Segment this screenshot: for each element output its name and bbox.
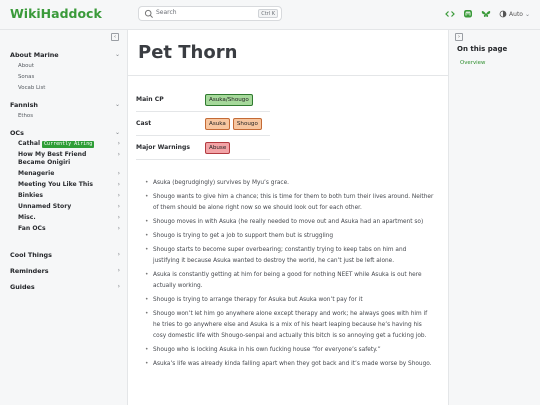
main-content: Pet Thorn Main CP Asuka/Shougo Cast Asuk… [128,30,448,405]
chevron-right-icon: › [117,181,120,188]
tag-shougo[interactable]: Shougo [232,117,262,130]
list-item: Shougo wants to give him a chance; this … [144,192,434,214]
sidebar-heading-label: Cool Things [10,250,52,259]
chevron-right-icon: › [117,203,120,210]
sidebar-item-sonas[interactable]: Sonas [10,72,120,83]
list-item: Asuka is constantly getting at him for b… [144,270,434,292]
sidebar-item-fan-ocs[interactable]: Fan OCs › [10,225,120,233]
sidebar-item-menagerie[interactable]: Menagerie › [10,170,120,178]
chevron-right-icon: › [117,140,120,147]
chevron-right-icon: › [117,151,120,158]
sidebar-heading-guides[interactable]: Guides › [10,282,120,291]
property-row-major-warnings: Major Warnings Abuse [136,136,270,160]
property-label: Main CP [136,96,164,103]
chevron-down-icon: ⌄ [114,129,120,136]
toc-item-overview[interactable]: Overview [460,60,485,66]
chevron-down-icon: ⌄ [524,10,530,18]
top-bar: WikiHaddock Search Ctrl K Auto ⌄ [0,0,540,30]
overview-list: Asuka (begrudgingly) survives by Myu’s g… [144,178,434,373]
sidebar-section-about: About Marine ⌄ About Sonas Vocab List [10,50,120,94]
chevron-right-icon: › [117,283,120,290]
sidebar-item-meeting-you[interactable]: Meeting You Like This › [10,181,120,189]
search-placeholder: Search [156,9,177,16]
collapse-sidebar-button[interactable]: ‹ [111,33,119,41]
sidebar-section-cool-things: Cool Things › [10,250,120,259]
sidebar-item-misc[interactable]: Misc. › [10,214,120,222]
sidebar-item-label: Binkies [18,192,43,199]
sidebar-item-label: Menagerie [18,170,55,177]
chevron-right-icon: › [117,214,120,221]
chevron-down-icon: ⌄ [114,51,120,58]
site-logo[interactable]: WikiHaddock [10,6,102,21]
sidebar-heading-ocs[interactable]: OCs ⌄ [10,128,120,137]
tag-abuse[interactable]: Abuse [205,141,231,154]
sidebar-heading-cool-things[interactable]: Cool Things › [10,250,120,259]
divider [128,75,448,76]
theme-label: Auto [509,10,523,18]
collapse-toc-button[interactable]: › [455,33,463,41]
tag-asuka[interactable]: Asuka [205,117,230,130]
sidebar-heading-reminders[interactable]: Reminders › [10,266,120,275]
list-item: Shougo is trying to arrange therapy for … [144,295,434,306]
property-row-cast: Cast Asuka Shougo [136,112,270,136]
properties-table: Main CP Asuka/Shougo Cast Asuka Shougo M… [136,88,270,160]
sidebar-item-onigiri[interactable]: How My Best Friend Became Onigiri › [10,151,120,167]
list-item: Asuka’s life was already kinda falling a… [144,359,434,370]
sidebar-item-ethos[interactable]: Ethos [10,111,120,122]
sidebar-section-fannish: Fannish ⌄ Ethos [10,100,120,122]
toc-title: On this page [457,45,508,53]
list-item: Shougo starts to become super overbearin… [144,245,434,267]
chevron-right-icon: › [117,225,120,232]
sidebar-item-cathal[interactable]: Cathal Currently Airing › [10,140,120,148]
sidebar-heading-label: About Marine [10,50,59,59]
code-icon[interactable] [445,9,455,19]
theme-icon [499,10,507,18]
sidebar-section-reminders: Reminders › [10,266,120,275]
sidebar-heading-label: Reminders [10,266,49,275]
theme-selector[interactable]: Auto ⌄ [499,10,530,18]
status-badge: Currently Airing [42,141,95,148]
sidebar-heading-label: Fannish [10,100,38,109]
sidebar-item-label: Unnamed Story [18,203,72,210]
sidebar-section-ocs: OCs ⌄ Cathal Currently Airing › How My Be… [10,128,120,233]
property-label: Cast [136,120,152,127]
list-item: Shougo who is locking Asuka in his own f… [144,345,434,356]
bluesky-icon[interactable] [481,9,491,19]
sidebar-item-unnamed-story[interactable]: Unnamed Story › [10,203,120,211]
sidebar: ‹ About Marine ⌄ About Sonas Vocab List … [0,30,128,405]
page-title: Pet Thorn [138,42,238,63]
search-shortcut: Ctrl K [258,9,278,18]
mastodon-icon[interactable] [463,9,473,19]
sidebar-item-vocab-list[interactable]: Vocab List [10,83,120,94]
chevron-right-icon: › [117,267,120,274]
chevron-down-icon: ⌄ [114,101,120,108]
toolbar-icons: Auto ⌄ [445,8,530,20]
list-item: Shougo moves in with Asuka (he really ne… [144,217,434,228]
sidebar-item-binkies[interactable]: Binkies › [10,192,120,200]
search-icon [144,9,153,18]
search-box[interactable]: Search Ctrl K [138,6,282,21]
property-label: Major Warnings [136,144,190,151]
sidebar-item-label: How My Best Friend Became Onigiri [18,151,87,166]
property-row-main-cp: Main CP Asuka/Shougo [136,88,270,112]
list-item: Shougo won’t let him go anywhere alone e… [144,309,434,342]
sidebar-item-label: Meeting You Like This [18,181,93,188]
sidebar-section-guides: Guides › [10,282,120,291]
sidebar-heading-label: OCs [10,128,24,137]
sidebar-item-label: Cathal [18,140,41,147]
list-item: Shougo is trying to get a job to support… [144,231,434,242]
list-item: Asuka (begrudgingly) survives by Myu’s g… [144,178,434,189]
chevron-right-icon: › [117,170,120,177]
table-of-contents: › On this page Overview [448,30,540,405]
sidebar-heading-label: Guides [10,282,35,291]
tag-asuka-shougo[interactable]: Asuka/Shougo [205,93,253,106]
sidebar-heading-fannish[interactable]: Fannish ⌄ [10,100,120,109]
chevron-right-icon: › [117,192,120,199]
sidebar-item-label: Fan OCs [18,225,46,232]
sidebar-item-label: Misc. [18,214,36,221]
chevron-right-icon: › [117,251,120,258]
sidebar-item-about[interactable]: About [10,61,120,72]
sidebar-heading-about[interactable]: About Marine ⌄ [10,50,120,59]
